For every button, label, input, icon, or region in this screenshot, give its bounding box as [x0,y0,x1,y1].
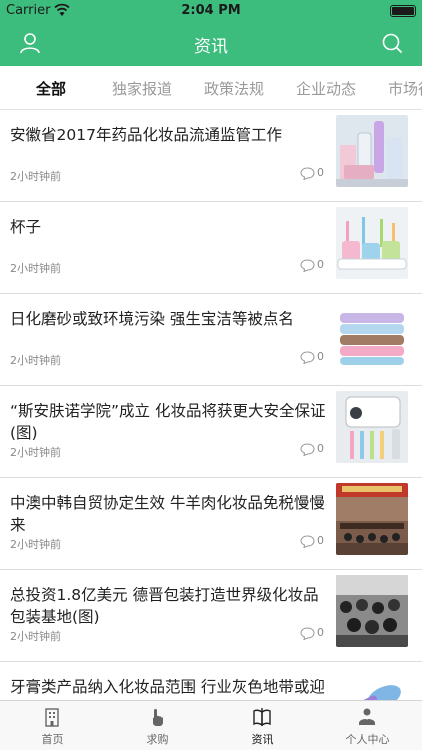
list-item[interactable]: 安徽省2017年药品化妆品流通监管工作 2小时钟前 0 [0,110,422,202]
article-time: 2小时钟前 [10,538,61,551]
nav-bar: 资讯 [0,22,422,66]
comment-count-value: 0 [317,534,324,547]
article-time: 2小时钟前 [10,354,61,367]
battery-icon [390,5,416,17]
comment-icon [300,442,315,456]
article-time: 2小时钟前 [10,262,61,275]
list-item[interactable]: 总投资1.8亿美元 德晋包装打造世界级化妆品包装基地(图) 2小时钟前 0 [0,570,422,662]
list-item[interactable]: “斯安肤诺学院”成立 化妆品将获更大安全保证(图) 2小时钟前 0 [0,386,422,478]
comment-count[interactable]: 0 [300,350,324,364]
comment-count-value: 0 [317,166,324,179]
list-item[interactable]: 杯子 2小时钟前 0 [0,202,422,294]
article-title: 中澳中韩自贸协定生效 牛羊肉化妆品免税慢慢来 [10,494,325,534]
tab-exclusive[interactable]: 独家报道 [112,78,172,99]
comment-count-value: 0 [317,442,324,455]
article-time: 2小时钟前 [10,630,61,643]
article-title: 杯子 [10,218,42,236]
article-title: “斯安肤诺学院”成立 化妆品将获更大安全保证(图) [10,402,326,442]
list-item[interactable]: 日化磨砂或致环境污染 强生宝洁等被点名 2小时钟前 0 [0,294,422,386]
comment-count[interactable]: 0 [300,442,324,456]
tab-home[interactable]: 首页 [0,701,105,750]
article-title: 日化磨砂或致环境污染 强生宝洁等被点名 [10,310,294,328]
comment-count[interactable]: 0 [300,626,324,640]
hairbrush-image [336,667,408,700]
comment-icon [300,258,315,272]
tab-company-news[interactable]: 企业动态 [296,78,356,99]
list-item[interactable]: 牙膏类产品纳入化妆品范围 行业灰色地带或迎清洗 [0,662,422,700]
article-title: 总投资1.8亿美元 德晋包装打造世界级化妆品包装基地(图) [10,586,319,626]
article-list: 安徽省2017年药品化妆品流通监管工作 2小时钟前 0 杯子 2小时钟前 0 日… [0,110,422,700]
article-time: 2小时钟前 [10,170,61,183]
comment-count-value: 0 [317,626,324,639]
comment-icon [300,534,315,548]
comment-count[interactable]: 0 [300,166,324,180]
crowd-photo-image [336,575,408,647]
person-icon [359,708,375,725]
search-icon[interactable] [380,31,404,55]
comment-count-value: 0 [317,350,324,363]
tab-market[interactable]: 市场行 [388,78,422,99]
tab-news-label: 资讯 [251,733,274,746]
page-title: 资讯 [194,37,228,57]
tab-all[interactable]: 全部 [36,78,66,99]
comment-icon [300,166,315,180]
bottom-tab-bar: 首页 求购 资讯 个人中心 [0,700,422,750]
cosmetics-bottles-image [336,115,408,187]
comment-count-value: 0 [317,258,324,271]
comment-icon [300,626,315,640]
article-title: 安徽省2017年药品化妆品流通监管工作 [10,126,282,144]
article-time: 2小时钟前 [10,446,61,459]
comment-count[interactable]: 0 [300,534,324,548]
article-title: 牙膏类产品纳入化妆品范围 行业灰色地带或迎清洗 [10,678,325,696]
toothpaste-dispenser-image [336,391,408,463]
status-bar: Carrier 2:04 PM [0,0,422,22]
tab-home-label: 首页 [41,733,64,746]
book-icon [253,708,271,727]
tab-purchase[interactable]: 求购 [105,701,210,750]
building-icon [45,708,59,727]
category-tabs: 全部 独家报道 政策法规 企业动态 市场行 [0,66,422,110]
tab-purchase-label: 求购 [146,733,169,746]
app-screen: Carrier 2:04 PM 资讯 全部 独家报道 政策法规 企业动态 市场 … [0,0,422,750]
tab-news[interactable]: 资讯 [210,701,315,750]
towels-image [336,299,408,371]
top-bar: Carrier 2:04 PM 资讯 [0,0,422,66]
comment-count[interactable]: 0 [300,258,324,272]
tab-profile-label: 个人中心 [345,733,390,746]
list-item[interactable]: 中澳中韩自贸协定生效 牛羊肉化妆品免税慢慢来 2小时钟前 0 [0,478,422,570]
toothbrush-cups-image [336,207,408,279]
hand-tap-icon [153,709,163,726]
meeting-room-image [336,483,408,555]
tab-profile[interactable]: 个人中心 [315,701,420,750]
status-time: 2:04 PM [181,3,241,18]
tab-policy[interactable]: 政策法规 [204,78,264,99]
comment-icon [300,350,315,364]
